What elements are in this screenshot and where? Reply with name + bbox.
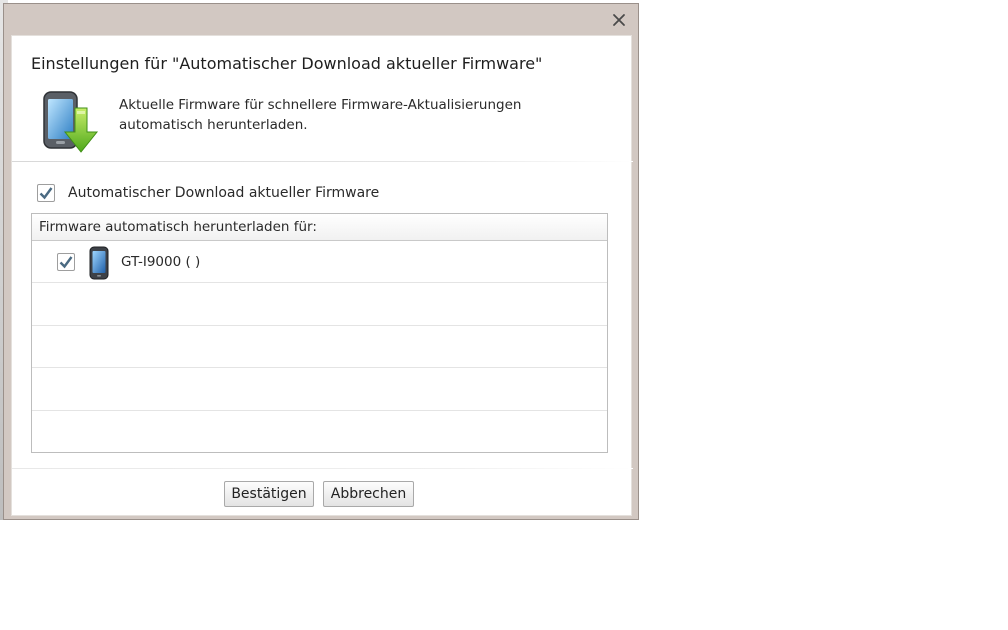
device-list-header: Firmware automatisch herunterladen für: bbox=[32, 214, 607, 241]
cancel-button[interactable]: Abbrechen bbox=[323, 481, 414, 507]
device-list: Firmware automatisch herunterladen für: bbox=[31, 213, 608, 453]
footer-divider bbox=[12, 468, 633, 469]
empty-row bbox=[32, 368, 607, 411]
description-line-1: Aktuelle Firmware für schnellere Firmwar… bbox=[119, 97, 522, 113]
dialog-heading: Einstellungen für "Automatischer Downloa… bbox=[31, 54, 543, 73]
auto-download-checkbox[interactable] bbox=[36, 183, 56, 203]
confirm-button[interactable]: Bestätigen bbox=[224, 481, 314, 507]
dialog-description: Aktuelle Firmware für schnellere Firmwar… bbox=[119, 95, 599, 135]
empty-row bbox=[32, 326, 607, 369]
close-button[interactable] bbox=[607, 8, 631, 32]
device-checkbox[interactable] bbox=[56, 252, 76, 272]
description-line-2: automatisch herunterladen. bbox=[119, 117, 308, 133]
phone-download-icon bbox=[43, 91, 99, 153]
checkmark-icon bbox=[37, 184, 55, 202]
device-name: GT-I9000 ( ) bbox=[121, 254, 201, 270]
firmware-settings-dialog: Einstellungen für "Automatischer Downloa… bbox=[3, 3, 639, 520]
auto-download-label[interactable]: Automatischer Download aktueller Firmwar… bbox=[68, 183, 379, 203]
dialog-body: Einstellungen für "Automatischer Downloa… bbox=[11, 35, 633, 516]
phone-icon bbox=[89, 246, 109, 280]
checkmark-icon bbox=[57, 253, 75, 271]
dialog-title-bar bbox=[4, 4, 638, 35]
empty-row bbox=[32, 411, 607, 453]
empty-row bbox=[32, 283, 607, 326]
close-icon bbox=[613, 14, 625, 26]
device-row[interactable]: GT-I9000 ( ) bbox=[32, 241, 607, 284]
divider bbox=[12, 161, 633, 162]
